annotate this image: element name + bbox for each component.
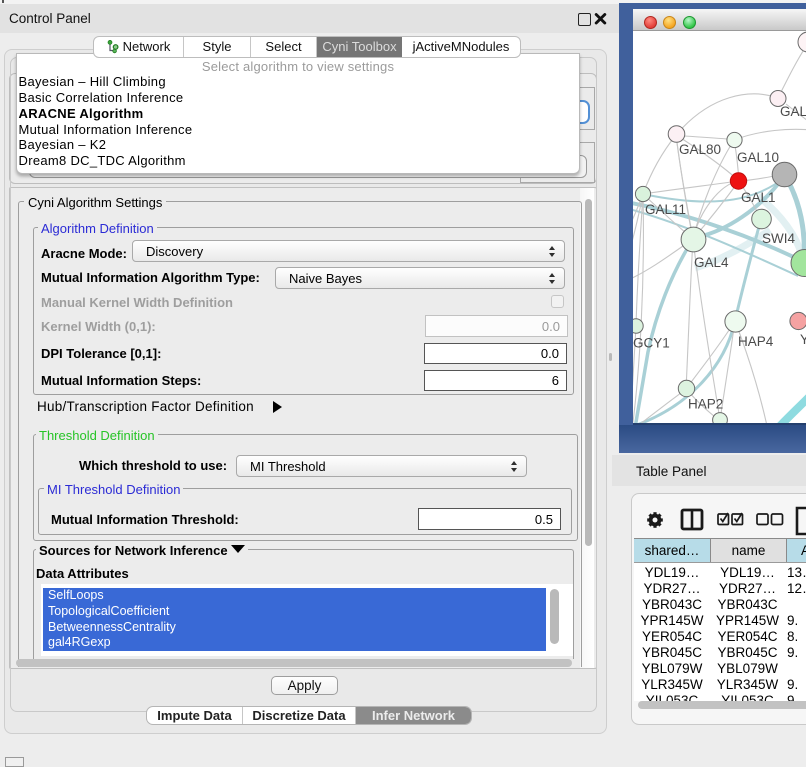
svg-text:HAP4: HAP4 xyxy=(738,334,774,349)
svg-text:GAL80: GAL80 xyxy=(679,142,721,157)
svg-text:Y: Y xyxy=(800,332,806,347)
svg-text:GAL11: GAL11 xyxy=(645,202,686,217)
svg-text:GAL7: GAL7 xyxy=(780,104,806,119)
svg-text:GCY1: GCY1 xyxy=(633,336,670,351)
svg-text:GAL1: GAL1 xyxy=(741,190,776,205)
svg-text:GAL10: GAL10 xyxy=(737,150,779,165)
svg-text:HAP2: HAP2 xyxy=(688,397,723,412)
svg-text:SWI4: SWI4 xyxy=(762,231,795,246)
svg-text:GAL4: GAL4 xyxy=(694,255,729,270)
